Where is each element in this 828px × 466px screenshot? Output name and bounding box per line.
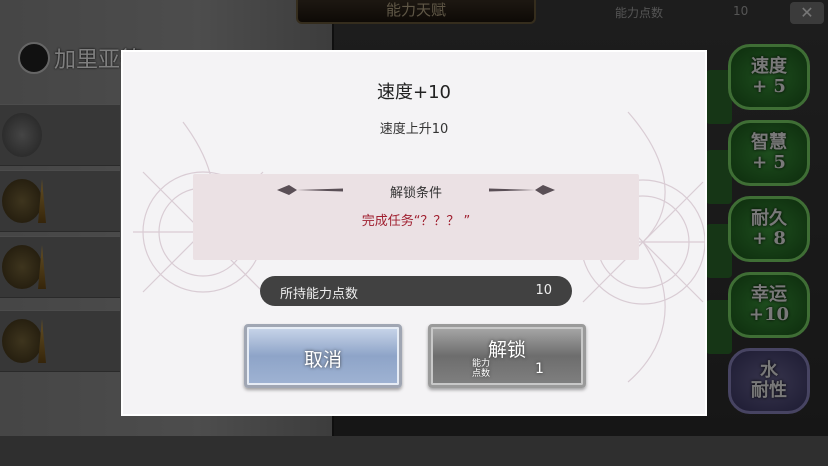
cancel-label: 取消 bbox=[303, 349, 342, 371]
owned-points-label: 所持能力点数 bbox=[280, 287, 359, 302]
condition-text: 完成任务“？？？ ” bbox=[361, 214, 471, 229]
dialog-title: 速度+10 bbox=[377, 82, 451, 103]
cancel-button[interactable]: 取消 bbox=[244, 324, 402, 388]
condition-title: 解锁条件 bbox=[389, 186, 442, 201]
dialog-description: 速度上升10 bbox=[379, 122, 449, 137]
owned-points-bar: 所持能力点数 10 bbox=[260, 276, 572, 306]
cost-label: 能力 点数 bbox=[471, 359, 490, 379]
unlock-button[interactable]: 解锁 能力 点数 1 bbox=[428, 324, 586, 388]
unlock-label: 解锁 bbox=[487, 339, 526, 361]
cost-value: 1 bbox=[535, 361, 544, 377]
owned-points-value: 10 bbox=[535, 283, 552, 298]
unlock-dialog: 速度+10 速度上升10 解锁条件 完成任务“？？？ ” 所持能力点数 10 取… bbox=[121, 50, 707, 416]
unlock-condition-box: 解锁条件 完成任务“？？？ ” bbox=[193, 174, 639, 260]
